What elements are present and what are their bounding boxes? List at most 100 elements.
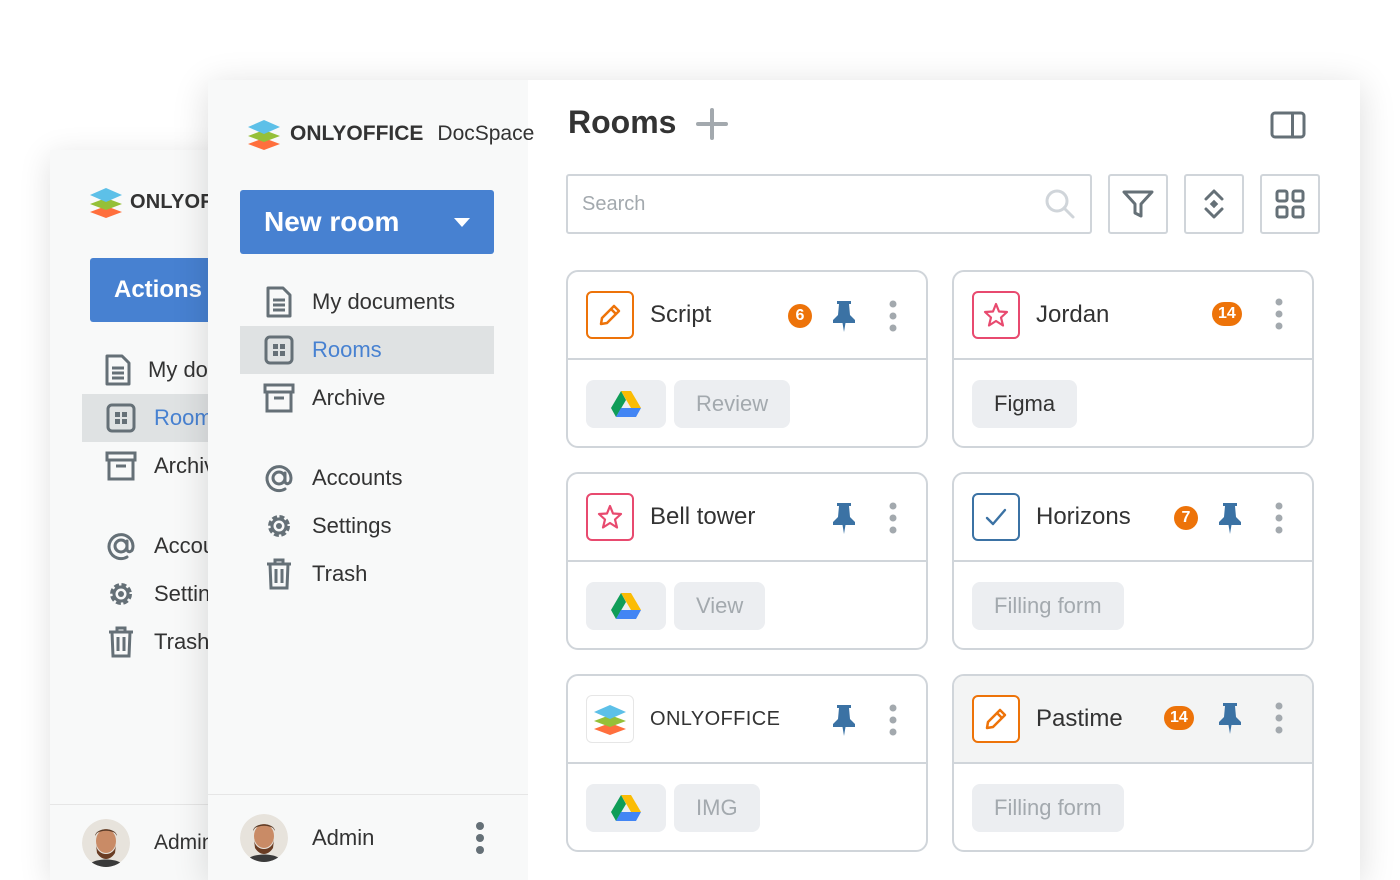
room-tags: Filling form (954, 562, 1312, 648)
sidebar-nav: My documents Rooms Archive Accounts Sett… (240, 278, 494, 598)
sidebar-item-label: My documents (312, 289, 456, 314)
room-tags: Filling form (954, 764, 1312, 850)
room-name: Script (650, 301, 712, 328)
room-card-pastime[interactable]: Pastime 14 Filling form (952, 674, 1314, 852)
room-name: Bell tower (650, 503, 756, 530)
archive-icon (262, 381, 296, 415)
plus-icon[interactable] (694, 106, 730, 142)
room-card-jordan[interactable]: Jordan 14 Figma (952, 270, 1314, 448)
sidebar-item-settings[interactable]: Settings (240, 502, 494, 550)
google-drive-icon (611, 795, 641, 821)
room-name: Jordan (1036, 301, 1110, 328)
google-drive-tag[interactable] (586, 784, 666, 832)
kebab-menu-icon[interactable] (1273, 501, 1285, 535)
new-room-label: New room (264, 206, 400, 237)
sort-button[interactable] (1184, 174, 1244, 234)
unread-badge: 14 (1164, 706, 1194, 730)
check-icon (972, 493, 1020, 541)
room-name: Horizons (1036, 503, 1131, 530)
pencil-icon (586, 291, 634, 339)
room-tag[interactable]: View (674, 582, 766, 630)
room-tag[interactable]: Filling form (972, 582, 1124, 630)
kebab-menu-icon[interactable] (1273, 701, 1285, 735)
pin-icon[interactable] (1217, 701, 1243, 735)
main-window: ONLYOFFICE DocSpace New room My documents… (208, 80, 1360, 880)
view-toggle-button[interactable] (1260, 174, 1320, 234)
room-tag[interactable]: Review (674, 380, 791, 428)
rooms-grid-icon (262, 333, 296, 367)
pin-icon[interactable] (831, 703, 857, 737)
trash-icon (104, 625, 138, 659)
filter-icon (1122, 190, 1154, 218)
search-input[interactable] (582, 192, 1044, 216)
sidebar-item-label: Rooms (312, 337, 382, 362)
room-tag[interactable]: IMG (674, 784, 760, 832)
room-card-header: Bell tower (568, 474, 926, 562)
room-card-header: Pastime 14 (954, 676, 1312, 764)
sidebar-item-label: Trash (312, 561, 368, 586)
room-card-header: ONLYOFFICE (568, 676, 926, 764)
onlyoffice-logo-icon (248, 120, 280, 150)
tiles-view-icon (1275, 189, 1305, 219)
room-tags: IMG (568, 764, 926, 850)
page-title: Rooms (568, 104, 677, 140)
avatar[interactable] (240, 813, 288, 862)
room-card-script[interactable]: Script 6 Review (566, 270, 928, 448)
room-name: Pastime (1036, 705, 1123, 732)
gear-icon (262, 509, 296, 543)
kebab-menu-icon[interactable] (1273, 297, 1285, 331)
sidebar-item-label: Archive (312, 385, 386, 410)
search-icon[interactable] (1044, 188, 1076, 220)
kebab-menu-icon[interactable] (474, 821, 486, 855)
pin-icon[interactable] (1217, 501, 1243, 535)
room-card-bell-tower[interactable]: Bell tower View (566, 472, 928, 650)
brand-name: ONLYOFFICE (290, 122, 424, 145)
kebab-menu-icon[interactable] (887, 501, 899, 535)
user-name: Admin (312, 824, 375, 850)
unread-badge: 7 (1174, 506, 1198, 530)
room-card-onlyoffice[interactable]: ONLYOFFICE IMG (566, 674, 928, 852)
sidebar-item-archive[interactable]: Archive (240, 374, 494, 422)
filter-button[interactable] (1108, 174, 1168, 234)
sidebar-item-rooms[interactable]: Rooms (240, 326, 494, 374)
google-drive-tag[interactable] (586, 380, 666, 428)
sidebar-item-label: Accounts (312, 465, 403, 490)
rooms-content: Rooms Script 6 (528, 80, 1360, 880)
new-room-button[interactable]: New room (240, 190, 494, 254)
google-drive-icon (611, 593, 641, 619)
sidebar-item-my-documents[interactable]: My documents (240, 278, 494, 326)
sidebar: ONLYOFFICE DocSpace New room My documents… (208, 80, 534, 880)
archive-icon (104, 449, 138, 483)
document-icon (262, 285, 296, 319)
unread-badge: 6 (788, 304, 812, 328)
info-panel-icon[interactable] (1270, 110, 1306, 140)
sidebar-item-trash[interactable]: Trash (240, 550, 494, 598)
sidebar-item-label: Settings (312, 513, 392, 538)
room-tag[interactable]: Figma (972, 380, 1078, 428)
back-user-name: Admin (154, 830, 214, 854)
chevron-down-icon[interactable] (454, 217, 470, 227)
google-drive-tag[interactable] (586, 582, 666, 630)
user-footer: Admin (208, 794, 528, 880)
kebab-menu-icon[interactable] (887, 703, 899, 737)
onlyoffice-logo-icon (586, 695, 634, 743)
sidebar-item-accounts[interactable]: Accounts (240, 454, 494, 502)
search-box (566, 174, 1092, 234)
room-name: ONLYOFFICE (650, 707, 781, 730)
room-card-header: Horizons 7 (954, 474, 1312, 562)
room-card-header: Jordan 14 (954, 272, 1312, 360)
at-icon (104, 529, 138, 563)
room-tags: Review (568, 360, 926, 446)
star-icon (972, 291, 1020, 339)
pin-icon[interactable] (831, 299, 857, 333)
pin-icon[interactable] (831, 501, 857, 535)
room-tags: Figma (954, 360, 1312, 446)
avatar[interactable] (82, 818, 130, 867)
gear-icon (104, 577, 138, 611)
onlyoffice-logo-icon (90, 188, 122, 218)
star-icon (586, 493, 634, 541)
room-card-horizons[interactable]: Horizons 7 Filling form (952, 472, 1314, 650)
kebab-menu-icon[interactable] (887, 299, 899, 333)
room-tag[interactable]: Filling form (972, 784, 1124, 832)
room-card-header: Script 6 (568, 272, 926, 360)
